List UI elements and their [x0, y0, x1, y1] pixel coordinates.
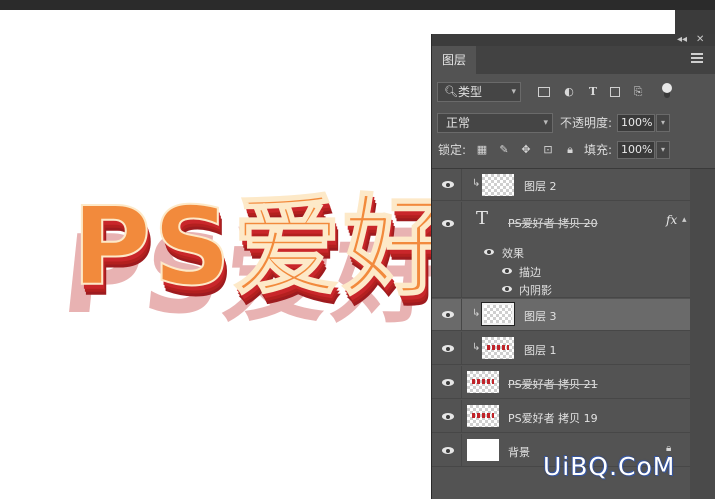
eye-icon[interactable] — [442, 345, 454, 352]
clip-indicator-icon: ↳ — [472, 342, 481, 353]
effect-name: 描边 — [519, 266, 541, 279]
layer-row[interactable]: ↳ 图层 1 — [432, 332, 690, 365]
layer-row[interactable]: T PS爱好者 拷贝 20 fx ▴ 效果 描边 内阴影 — [432, 202, 690, 298]
layer-row[interactable]: PS爱好者 拷贝 21 — [432, 366, 690, 399]
effects-row[interactable]: 效果 — [462, 243, 690, 261]
visibility-column — [432, 332, 462, 364]
tab-layers[interactable]: 图层 — [432, 46, 476, 74]
visibility-column — [432, 366, 462, 398]
workspace-gutter — [675, 10, 715, 34]
clip-indicator-icon: ↳ — [472, 308, 481, 319]
eye-icon[interactable] — [502, 268, 512, 274]
lock-move-icon[interactable]: ✥ — [520, 144, 532, 156]
artwork-text: PS爱好 — [71, 184, 453, 311]
watermark: UiBQ.CoM — [543, 452, 676, 481]
layers-scrollbar[interactable] — [690, 169, 715, 499]
panel-title-bar: ◂◂ ✕ — [432, 34, 715, 46]
visibility-column — [432, 169, 462, 200]
layer-thumbnail — [467, 371, 499, 393]
fill-dropdown[interactable]: ▾ — [656, 141, 670, 159]
opacity-field[interactable]: 100% — [617, 114, 655, 132]
layer-name: PS爱好者 拷贝 20 — [508, 217, 598, 230]
layer-name: 背景 — [508, 446, 530, 459]
layer-name: 图层 1 — [524, 344, 557, 357]
blend-mode-value: 正常 — [446, 116, 471, 130]
pixel-filter-icon[interactable] — [538, 87, 550, 97]
fx-icon[interactable]: fx — [666, 213, 677, 227]
filter-toggle-icon[interactable] — [662, 83, 672, 98]
eye-icon[interactable] — [484, 249, 494, 255]
visibility-column — [432, 299, 462, 330]
layer-name: PS爱好者 拷贝 19 — [508, 412, 598, 425]
layers-panel: ◂◂ ✕ 图层 🔍︎ 类型 ▾ ◐ T ⎘ 正常 ▾ 不透明度: 100% ▾ … — [431, 34, 715, 499]
layer-thumbnail — [467, 439, 499, 461]
layer-row[interactable]: PS爱好者 拷贝 19 — [432, 400, 690, 433]
collapse-icon[interactable]: ◂◂ — [677, 33, 687, 47]
visibility-column — [432, 202, 462, 297]
effect-name: 内阴影 — [519, 284, 552, 297]
effect-stroke-row[interactable]: 描边 — [462, 262, 690, 280]
chevron-up-icon[interactable]: ▴ — [682, 215, 687, 225]
panel-menu-icon[interactable] — [691, 53, 703, 65]
blend-mode-select[interactable]: 正常 ▾ — [437, 113, 553, 133]
lock-transparency-icon[interactable]: ▦ — [476, 144, 488, 156]
layer-thumbnail — [482, 337, 514, 359]
text-layer-icon: T — [476, 208, 489, 229]
close-icon[interactable]: ✕ — [696, 33, 704, 47]
opacity-label: 不透明度: — [560, 116, 613, 130]
eye-icon[interactable] — [442, 413, 454, 420]
opacity-dropdown[interactable]: ▾ — [656, 114, 670, 132]
visibility-column — [432, 400, 462, 432]
panel-tab-bar: 图层 — [432, 46, 715, 74]
effects-label: 效果 — [502, 247, 524, 260]
eye-icon[interactable] — [442, 447, 454, 454]
smart-object-filter-icon[interactable]: ⎘ — [632, 86, 644, 98]
eye-icon[interactable] — [442, 311, 454, 318]
lock-label: 锁定: — [438, 143, 467, 157]
eye-icon[interactable] — [502, 286, 512, 292]
lock-paint-icon[interactable]: ✎ — [498, 144, 510, 156]
workspace-top-strip — [0, 0, 715, 10]
layer-name: 图层 3 — [524, 310, 557, 323]
filter-kind-select[interactable]: 🔍︎ 类型 ▾ — [437, 82, 521, 102]
layer-row-selected[interactable]: ↳ 图层 3 — [432, 299, 690, 331]
layer-thumbnail — [481, 302, 515, 326]
clip-indicator-icon: ↳ — [472, 178, 481, 189]
filter-row: 🔍︎ 类型 ▾ ◐ T ⎘ — [432, 80, 715, 106]
visibility-column — [432, 434, 462, 466]
lock-all-icon[interactable]: 🔒︎ — [564, 144, 576, 156]
layer-thumbnail — [467, 405, 499, 427]
blend-row: 正常 ▾ 不透明度: 100% ▾ — [432, 112, 715, 136]
fill-label: 填充: — [584, 143, 613, 157]
chevron-down-icon: ▾ — [543, 118, 548, 128]
layer-name: PS爱好者 拷贝 21 — [508, 378, 598, 391]
search-icon: 🔍︎ — [444, 85, 458, 98]
layer-name: 图层 2 — [524, 180, 557, 193]
eye-icon[interactable] — [442, 379, 454, 386]
lock-artboard-icon[interactable]: ⊡ — [542, 144, 554, 156]
effect-inner-shadow-row[interactable]: 内阴影 — [462, 280, 690, 298]
chevron-down-icon: ▾ — [511, 87, 516, 97]
lock-row: 锁定: ▦ ✎ ✥ ⊡ 🔒︎ 填充: 100% ▾ — [432, 141, 715, 163]
layer-row[interactable]: ↳ 图层 2 — [432, 169, 690, 201]
layers-list: ↳ 图层 2 T PS爱好者 拷贝 20 fx ▴ 效果 描边 内阴影 ↳ 图层… — [432, 169, 715, 499]
adjustment-filter-icon[interactable]: ◐ — [563, 86, 575, 98]
layer-thumbnail — [482, 174, 514, 196]
shape-filter-icon[interactable] — [610, 87, 620, 97]
eye-icon[interactable] — [442, 220, 454, 227]
eye-icon[interactable] — [442, 181, 454, 188]
type-filter-icon[interactable]: T — [587, 86, 599, 98]
fill-field[interactable]: 100% — [617, 141, 655, 159]
filter-kind-label: 类型 — [458, 85, 483, 99]
